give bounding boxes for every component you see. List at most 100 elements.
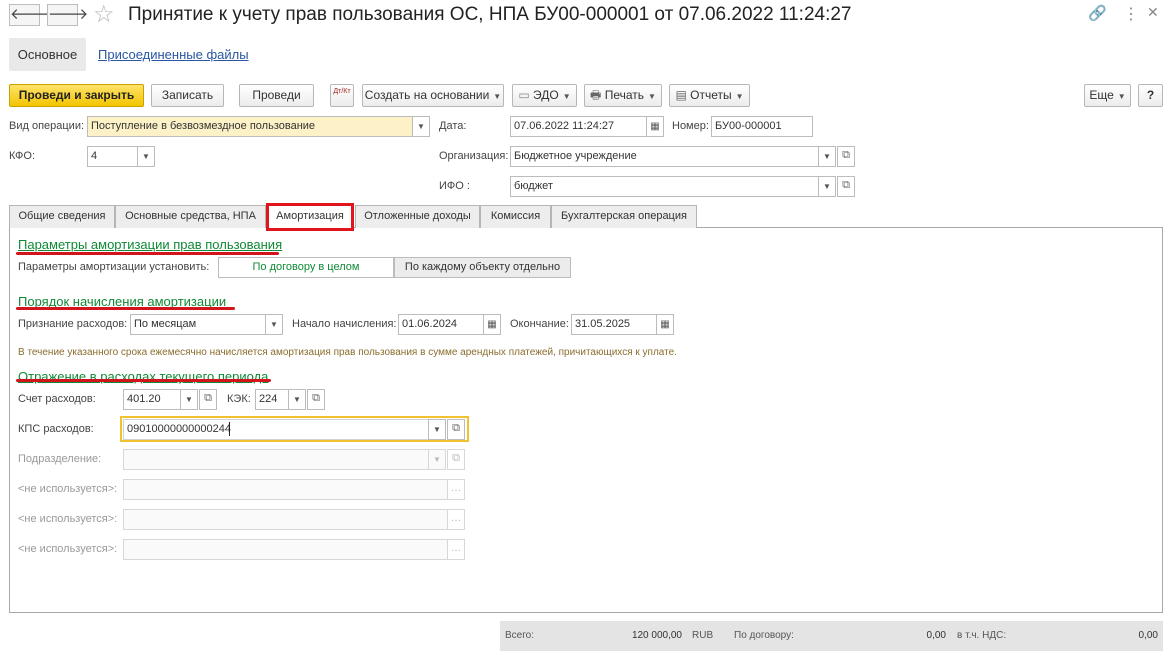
organization-dropdown[interactable]: ▼ [818,146,836,167]
close-icon[interactable]: ✕ [1147,4,1159,21]
kps-dropdown[interactable]: ▼ [428,419,446,440]
start-date-field[interactable]: 01.06.2024 [398,314,484,335]
ellipsis-icon: … [450,542,462,554]
reports-button[interactable]: ▤ Отчеты ▼ [669,84,750,107]
save-button[interactable]: Записать [151,84,224,107]
contract-label: По договору: [734,630,794,641]
arrow-left-icon: 🡐 [10,6,51,23]
reports-icon: ▤ [675,88,691,102]
kek-field[interactable]: 224 [255,389,289,410]
window-title: Принятие к учету прав пользования ОС, НП… [128,4,852,25]
tab-amortization[interactable]: Амортизация [266,203,354,231]
organization-field[interactable]: Бюджетное учреждение [510,146,819,167]
ellipsis-icon: … [450,512,462,524]
open-icon: ⧉ [452,422,460,434]
vat-value: 0,00 [1138,630,1158,641]
number-label: Номер: [672,120,709,132]
option-by-contract[interactable]: По договору в целом [218,257,394,278]
recognition-field[interactable]: По месяцам [130,314,266,335]
kek-open-button[interactable]: ⧉ [307,389,325,410]
caret-down-icon: ▼ [142,152,150,161]
tab-commission[interactable]: Комиссия [480,205,551,228]
red-underline [16,252,279,255]
currency-label: RUB [692,630,714,641]
tab-accounting-operation[interactable]: Бухгалтерская операция [551,205,697,228]
end-label: Окончание: [510,318,569,330]
total-label: Всего: [505,630,534,641]
help-icon: ? [1146,88,1155,102]
kek-dropdown[interactable]: ▼ [288,389,306,410]
ellipsis-icon: … [450,482,462,494]
ifo-dropdown[interactable]: ▼ [818,176,836,197]
ifo-label: ИФО : [439,180,470,192]
kfo-field[interactable]: 4 [87,146,138,167]
number-field[interactable]: БУ00-000001 [711,116,813,137]
nav-main[interactable]: Основное [9,38,86,71]
caret-down-icon: ▼ [270,320,278,329]
kps-label: КПС расходов: [18,423,94,435]
operation-type-label: Вид операции: [9,120,85,132]
open-icon: ⧉ [842,149,850,161]
division-field [123,449,429,470]
tab-deferred-income[interactable]: Отложенные доходы [355,205,480,228]
end-date-field[interactable]: 31.05.2025 [571,314,657,335]
edo-button[interactable]: ▭ ЭДО ▼ [512,84,577,107]
kfo-dropdown[interactable]: ▼ [137,146,155,167]
organization-open-button[interactable]: ⧉ [837,146,855,167]
print-button[interactable]: 🖶 Печать ▼ [584,84,662,107]
end-calendar-button[interactable]: ▦ [656,314,674,335]
create-based-button[interactable]: Создать на основании ▼ [362,84,504,107]
caret-down-icon: ▼ [417,122,425,131]
calendar-icon: ▦ [660,319,670,330]
unused-field-1 [123,479,448,500]
caret-down-icon: ▼ [648,92,656,101]
vat-label: в т.ч. НДС: [957,630,1007,641]
division-label: Подразделение: [18,453,102,465]
contract-value: 0,00 [926,630,946,641]
more-icon[interactable]: ⋮ [1123,4,1139,24]
post-label: Проведи [252,88,301,102]
forward-button[interactable]: 🡒 [47,4,88,26]
save-label: Записать [161,88,214,102]
kps-open-button[interactable]: ⧉ [447,419,465,440]
caret-down-icon: ▼ [735,92,744,101]
option-by-each-object[interactable]: По каждому объекту отдельно [394,257,571,278]
more-button[interactable]: Еще ▼ [1084,84,1131,107]
kps-field[interactable]: 09010000000000244 [123,419,429,440]
recognition-dropdown[interactable]: ▼ [265,314,283,335]
date-calendar-button[interactable]: ▦ [646,116,664,137]
caret-down-icon: ▼ [433,425,441,434]
open-icon: ⧉ [452,452,460,464]
dtkt-button[interactable]: Дт/Кт [330,84,354,107]
post-and-close-button[interactable]: Проведи и закрыть [9,84,144,107]
recognition-label: Признание расходов: [18,318,128,330]
post-button[interactable]: Проведи [239,84,314,107]
back-button[interactable]: 🡐 [9,4,50,26]
caret-down-icon: ▼ [562,92,571,101]
ifo-field[interactable]: бюджет [510,176,819,197]
print-label: Печать [604,88,645,102]
star-icon[interactable]: ☆ [93,0,115,29]
start-calendar-button[interactable]: ▦ [483,314,501,335]
help-button[interactable]: ? [1138,84,1163,107]
caret-down-icon: ▼ [823,152,831,161]
date-field[interactable]: 07.06.2022 11:24:27 [510,116,647,137]
nav-attached-files[interactable]: Присоединенные файлы [98,47,249,62]
params-label: Параметры амортизации установить: [18,261,210,273]
link-icon[interactable]: 🔗 [1088,4,1107,22]
unused-label-3: <не используется>: [18,543,118,555]
caret-down-icon: ▼ [493,92,502,101]
account-field[interactable]: 401.20 [123,389,181,410]
tab-general[interactable]: Общие сведения [9,205,115,228]
operation-type-field[interactable]: Поступление в безвозмездное пользование [87,116,413,137]
operation-type-dropdown[interactable]: ▼ [412,116,430,137]
ifo-open-button[interactable]: ⧉ [837,176,855,197]
tab-fixed-assets[interactable]: Основные средства, НПА [115,205,266,228]
red-underline [16,307,235,310]
unused-field-3 [123,539,448,560]
amortization-hint: В течение указанного срока ежемесячно на… [18,347,677,358]
account-dropdown[interactable]: ▼ [180,389,198,410]
kek-label: КЭК: [227,393,251,405]
account-open-button[interactable]: ⧉ [199,389,217,410]
calendar-icon: ▦ [487,319,497,330]
